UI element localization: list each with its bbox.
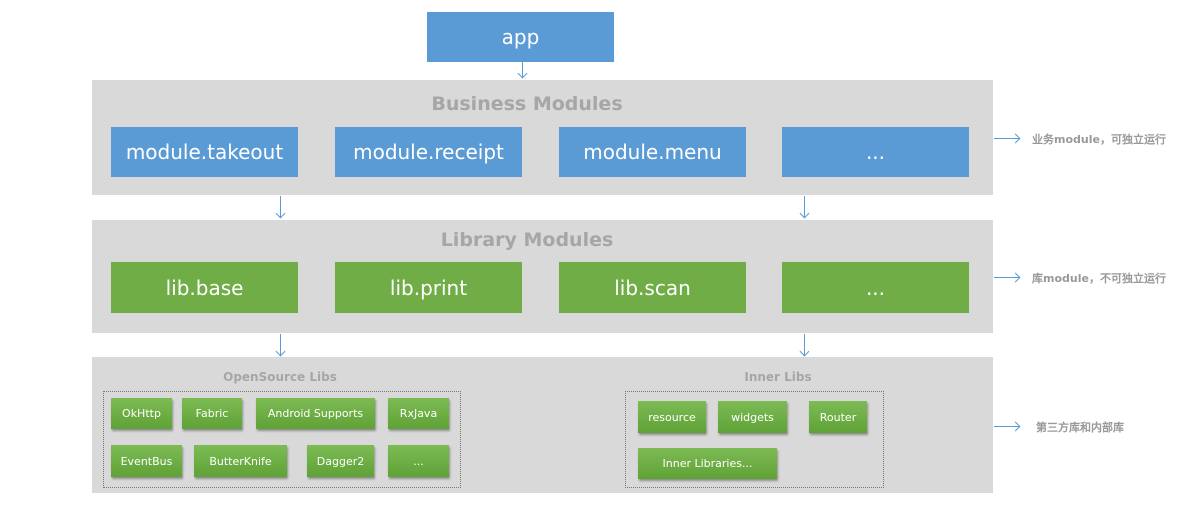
- lib-butterknife: ButterKnife: [194, 445, 287, 477]
- lib-resource: resource: [638, 401, 706, 433]
- lib-widgets: widgets: [718, 401, 787, 433]
- lib-inner-more: Inner Libraries...: [638, 448, 777, 479]
- lib-base: lib.base: [111, 262, 298, 313]
- lib-eventbus: EventBus: [111, 445, 182, 477]
- lib-more: ...: [782, 262, 969, 313]
- module-receipt: module.receipt: [335, 127, 522, 177]
- business-modules-title: Business Modules: [431, 93, 623, 115]
- lib-rxjava: RxJava: [388, 398, 449, 429]
- lib-fabric: Fabric: [182, 398, 242, 429]
- arrow-head-icon: [799, 346, 810, 357]
- lib-android-supports: Android Supports: [256, 398, 375, 429]
- libs-note: 第三方库和内部库: [1036, 421, 1124, 434]
- module-takeout: module.takeout: [111, 127, 298, 177]
- library-note: 库module，不可独立运行: [1032, 272, 1166, 285]
- arrow-head-icon: [1010, 133, 1021, 144]
- arrow-head-icon: [275, 346, 286, 357]
- library-modules-title: Library Modules: [440, 229, 614, 251]
- lib-scan: lib.scan: [559, 262, 746, 313]
- lib-opensource-more: ...: [388, 445, 449, 477]
- inner-libs-title: Inner Libs: [744, 370, 812, 384]
- lib-router: Router: [809, 401, 867, 433]
- opensource-libs-title: OpenSource Libs: [223, 370, 337, 384]
- app-module: app: [427, 12, 614, 62]
- arrow-head-icon: [1010, 272, 1021, 283]
- lib-print: lib.print: [335, 262, 522, 313]
- arrow-head-icon: [517, 68, 528, 79]
- module-menu: module.menu: [559, 127, 746, 177]
- arrow-head-icon: [275, 208, 286, 219]
- business-note: 业务module，可独立运行: [1032, 133, 1166, 146]
- arrow-head-icon: [799, 208, 810, 219]
- module-more: ...: [782, 127, 969, 177]
- lib-okhttp: OkHttp: [111, 398, 172, 429]
- lib-dagger2: Dagger2: [307, 445, 374, 477]
- arrow-head-icon: [1010, 421, 1021, 432]
